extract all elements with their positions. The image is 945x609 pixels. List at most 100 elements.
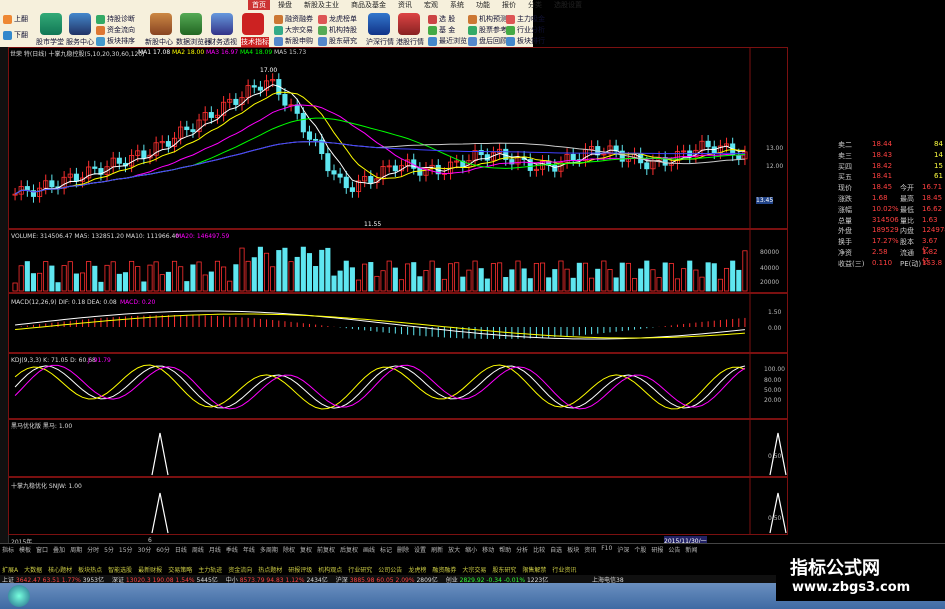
func-bar-item[interactable]: 放大 xyxy=(448,545,460,554)
kline-chart-svg[interactable] xyxy=(8,47,788,543)
service-center-icon[interactable] xyxy=(69,13,91,35)
func-bar-item[interactable]: 缩小 xyxy=(465,545,477,554)
hs-quote-icon[interactable] xyxy=(368,13,390,35)
finance-icon[interactable] xyxy=(211,13,233,35)
func-bar-item[interactable]: 删除 xyxy=(397,545,409,554)
bottom-tabs[interactable]: 扩展A 大数据 核心题材 板块热点 智能选股 最新财报 交易策略 主力轨迹 资金流向 热点题材 研报… xyxy=(0,564,780,574)
holding-diagnosis-button[interactable]: 持股诊断 xyxy=(96,14,135,24)
shareholder-button[interactable]: 股东研究 xyxy=(318,36,357,46)
menu-item-category[interactable]: 分类 xyxy=(524,0,546,10)
func-bar-item[interactable]: 公告 xyxy=(668,545,680,554)
menu-item-macro[interactable]: 宏观 xyxy=(420,0,442,10)
func-bar-item[interactable]: 分析 xyxy=(516,545,528,554)
func-bar-item[interactable]: 5分 xyxy=(104,545,114,554)
bottom-tab[interactable]: 龙虎榜 xyxy=(408,565,426,574)
menu-item-home[interactable]: 首页 xyxy=(248,0,270,10)
func-bar-item[interactable]: 多周期 xyxy=(260,545,278,554)
func-bar-item[interactable]: 年线 xyxy=(243,545,255,554)
menu-item-trade[interactable]: 操盘 xyxy=(274,0,296,10)
stock-school-icon[interactable] xyxy=(40,13,62,35)
page-down-button[interactable]: 下翻 xyxy=(3,30,28,40)
menu-item-fund[interactable]: 商品及基金 xyxy=(347,0,390,10)
func-bar-item[interactable]: 研报 xyxy=(651,545,663,554)
func-bar-item[interactable]: 分时 xyxy=(87,545,99,554)
block-trade-button[interactable]: 大宗交易 xyxy=(274,25,313,35)
bottom-tab[interactable]: 资金流向 xyxy=(228,565,252,574)
bottom-tab[interactable]: 板块热点 xyxy=(78,565,102,574)
func-bar-item[interactable]: 个股 xyxy=(634,545,646,554)
dragon-tiger-button[interactable]: 龙虎榜单 xyxy=(318,14,357,24)
func-bar-item[interactable]: 刷新 xyxy=(431,545,443,554)
page-up-button[interactable]: 上翻 xyxy=(3,14,28,24)
func-bar-item[interactable]: 日线 xyxy=(175,545,187,554)
stock-ref-button[interactable]: 股票参考 xyxy=(468,25,507,35)
menu-item-function[interactable]: 功能 xyxy=(472,0,494,10)
ipo-button[interactable]: 新股申购 xyxy=(274,36,313,46)
bottom-tab[interactable]: 热点题材 xyxy=(258,565,282,574)
bottom-tab[interactable]: 机构观点 xyxy=(318,565,342,574)
func-bar-item[interactable]: 后复权 xyxy=(340,545,358,554)
func-bar-item[interactable]: 指标 xyxy=(2,545,14,554)
func-bar-item[interactable]: F10 xyxy=(601,545,612,554)
func-bar-item[interactable]: 移动 xyxy=(482,545,494,554)
func-bar-item[interactable]: 复权 xyxy=(300,545,312,554)
bottom-tab[interactable]: 限售解禁 xyxy=(522,565,546,574)
menu-item-news[interactable]: 资讯 xyxy=(394,0,416,10)
func-bar-item[interactable]: 窗口 xyxy=(36,545,48,554)
fund-button[interactable]: 基 金 xyxy=(428,25,455,35)
func-bar-item[interactable]: 沪深 xyxy=(617,545,629,554)
sector-sort-button[interactable]: 板块排序 xyxy=(96,36,135,46)
inst-forecast-button[interactable]: 机构预测 xyxy=(468,14,507,24)
func-bar-item[interactable]: 季线 xyxy=(226,545,238,554)
func-bar-item[interactable]: 周线 xyxy=(192,545,204,554)
func-bar-item[interactable]: 画线 xyxy=(363,545,375,554)
func-bar-item[interactable]: 前复权 xyxy=(317,545,335,554)
func-bar-item[interactable]: 板块 xyxy=(567,545,579,554)
money-flow-button[interactable]: 资金流向 xyxy=(96,25,135,35)
func-bar-item[interactable]: 周期 xyxy=(70,545,82,554)
bottom-tab[interactable]: 智能选股 xyxy=(108,565,132,574)
func-bar-item[interactable]: 设置 xyxy=(414,545,426,554)
bottom-tab[interactable]: 最新财报 xyxy=(138,565,162,574)
func-bar-item[interactable]: 自选 xyxy=(550,545,562,554)
func-bar-item[interactable]: 新闻 xyxy=(685,545,697,554)
bottom-tab[interactable]: 大数据 xyxy=(24,565,42,574)
start-button-icon[interactable] xyxy=(8,585,30,607)
bottom-tab[interactable]: 交易策略 xyxy=(168,565,192,574)
bottom-tab[interactable]: 大宗交易 xyxy=(462,565,486,574)
func-bar-item[interactable]: 帮助 xyxy=(499,545,511,554)
bottom-tab[interactable]: 研报评级 xyxy=(288,565,312,574)
tech-indicator-icon[interactable] xyxy=(242,13,264,35)
bottom-tab[interactable]: 融资融券 xyxy=(432,565,456,574)
new-stock-center-icon[interactable] xyxy=(150,13,172,35)
menu-item-system[interactable]: 系统 xyxy=(446,0,468,10)
func-bar-item[interactable]: 资讯 xyxy=(584,545,596,554)
func-bar-item[interactable]: 月线 xyxy=(209,545,221,554)
stock-select-button[interactable]: 选 股 xyxy=(428,14,455,24)
main-capital-button[interactable]: 主力吸金 xyxy=(506,14,545,24)
bottom-tab[interactable]: 扩展A xyxy=(2,565,18,574)
industry-button[interactable]: 行业分析 xyxy=(506,25,545,35)
func-bar-item[interactable]: 叠加 xyxy=(53,545,65,554)
sector-rank-button[interactable]: 板块排行 xyxy=(506,36,545,46)
menu-item-newstock[interactable]: 新股及主业 xyxy=(300,0,343,10)
chart-area[interactable]: 世荣 特(日线) 十掌九稳控股(5,10,20,30,60,120) MA1 1… xyxy=(8,47,788,546)
func-bar-item[interactable]: 30分 xyxy=(138,545,152,554)
data-browser-icon[interactable] xyxy=(180,13,202,35)
menu-item-select-setting[interactable]: 选股设置 xyxy=(550,0,586,10)
inst-holding-button[interactable]: 机构持股 xyxy=(318,25,357,35)
func-bar-item[interactable]: 比较 xyxy=(533,545,545,554)
bottom-tab[interactable]: 公司公告 xyxy=(378,565,402,574)
func-bar-item[interactable]: 60分 xyxy=(156,545,170,554)
func-bar-item[interactable]: 模板 xyxy=(19,545,31,554)
bottom-tab[interactable]: 核心题材 xyxy=(48,565,72,574)
func-bar-item[interactable]: 标记 xyxy=(380,545,392,554)
bottom-tab[interactable]: 行业研究 xyxy=(348,565,372,574)
hk-quote-icon[interactable] xyxy=(398,13,420,35)
review-button[interactable]: 盘后回顾 xyxy=(468,36,507,46)
bottom-tab[interactable]: 主力轨迹 xyxy=(198,565,222,574)
bottom-tab[interactable]: 行业资讯 xyxy=(552,565,576,574)
func-bar-item[interactable]: 15分 xyxy=(119,545,133,554)
recent-button[interactable]: 最近浏览 xyxy=(428,36,467,46)
func-bar-item[interactable]: 除权 xyxy=(283,545,295,554)
